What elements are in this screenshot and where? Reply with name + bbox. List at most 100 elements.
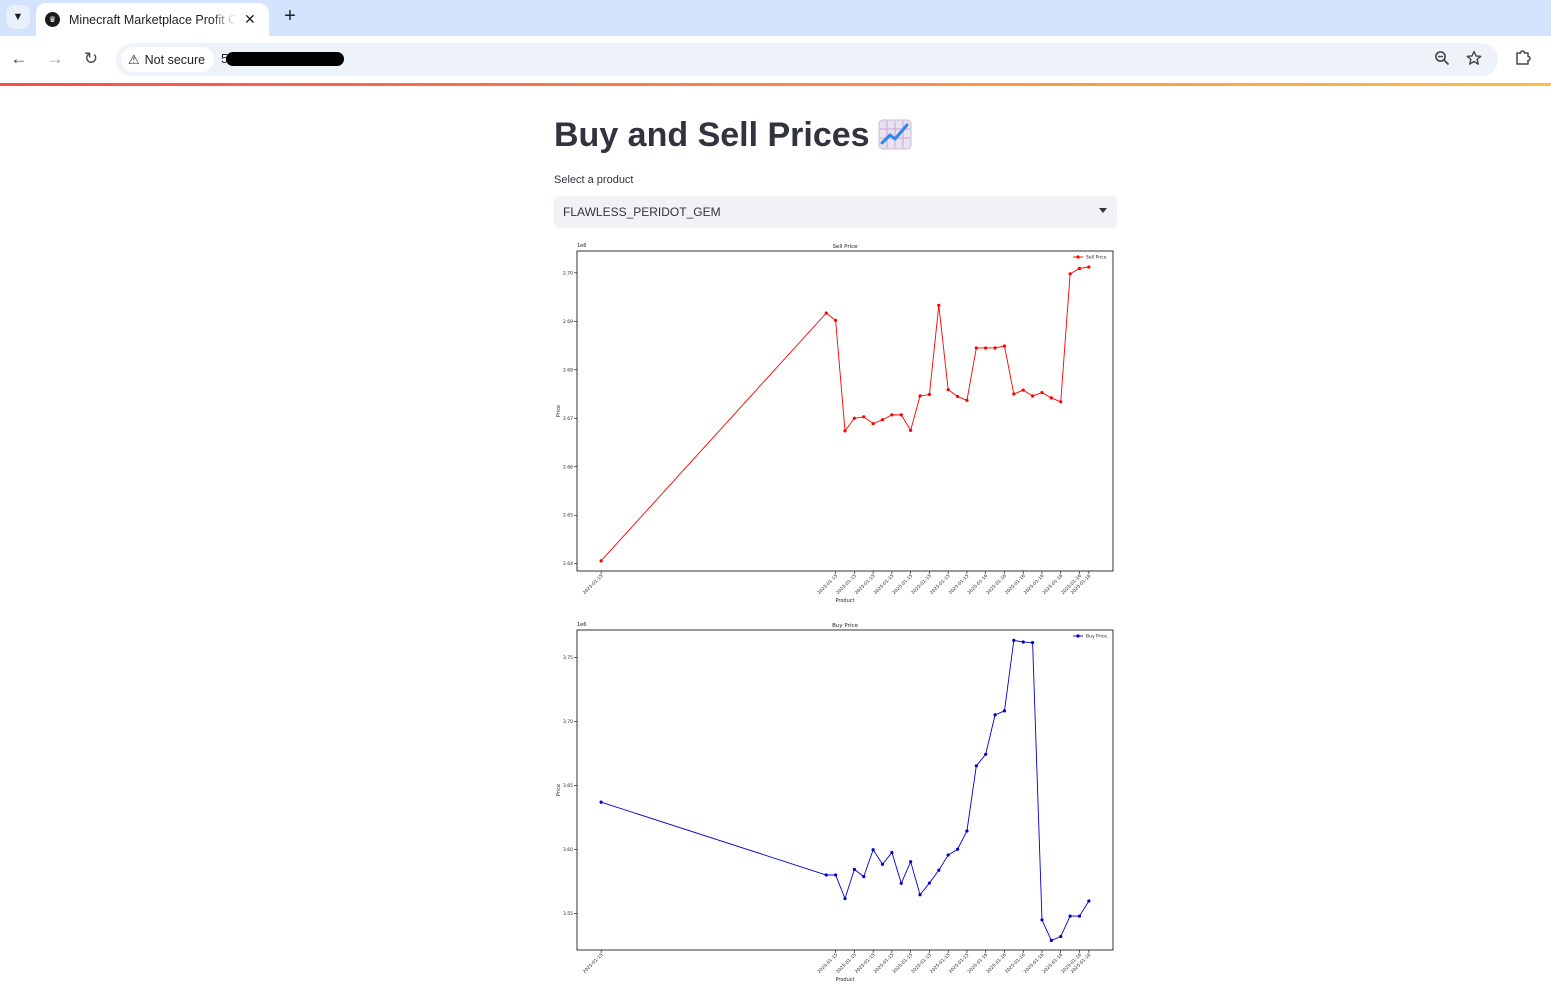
sell-data-point [834, 318, 838, 322]
buy-data-point [871, 848, 875, 852]
sell-data-point [1002, 344, 1007, 348]
buy-data-point [899, 881, 903, 885]
new-tab-button[interactable]: + [279, 6, 301, 28]
buy-price-chart-svg: Buy Price 1e6 Product Price 3.55 3.60 3.65 3.70… [556, 622, 1114, 981]
tab-title: Minecraft Marketplace Profit Ca [69, 12, 236, 27]
buy-y-tick-label: 3.75 [563, 655, 573, 661]
buy-data-point [1040, 918, 1044, 922]
buy-data-point [834, 873, 838, 877]
buy-data-point [852, 867, 856, 871]
tab-search-button[interactable]: ▼ [6, 5, 30, 29]
sell-data-point [927, 392, 932, 397]
buy-data-point [1059, 934, 1063, 939]
sell-data-point [984, 346, 988, 350]
sell-data-point [852, 416, 856, 420]
buy-data-point [993, 713, 997, 717]
sell-data-point [1012, 392, 1016, 396]
sell-x-axis-label: Product [836, 598, 855, 602]
address-bar[interactable]: ⚠ Not secure 5 [116, 43, 1498, 76]
buy-legend-marker [1076, 634, 1080, 638]
buy-data-point [918, 893, 922, 897]
sell-data-point [843, 429, 847, 433]
sell-data-point [974, 346, 978, 350]
browser-tab[interactable]: ♛ Minecraft Marketplace Profit Ca ✕ [36, 3, 269, 36]
select-label: Select a product [554, 174, 634, 186]
reload-button[interactable]: ↻ [79, 47, 103, 71]
buy-data-point [937, 868, 941, 872]
buy-data-point [946, 853, 950, 857]
buy-x-tick-label: 2025-01-15 [582, 952, 605, 975]
sell-y-tick-label: 2.65 [563, 513, 573, 519]
reload-icon: ↻ [83, 49, 99, 68]
buy-data-point [599, 800, 603, 804]
buy-data-point [1077, 914, 1082, 918]
sell-y-tick-label: 2.67 [563, 416, 573, 422]
app-header-decoration [0, 83, 1551, 86]
chevron-down-icon: ▼ [12, 11, 24, 23]
chevron-down-icon[interactable] [1099, 208, 1107, 213]
crown-icon: ♛ [45, 12, 60, 27]
buy-legend-label: Buy Price [1086, 634, 1107, 640]
buy-price-chart: Buy Price 1e6 Product Price 3.55 3.60 3.65 3.70… [554, 621, 1117, 981]
puzzle-icon[interactable] [1514, 48, 1532, 71]
buy-y-axis-label: Price [556, 784, 562, 796]
sell-x-tick-label: 2025-01-15 [582, 573, 605, 596]
buy-x-axis-label: Product [836, 977, 855, 981]
sell-y-tick-label: 2.70 [563, 270, 573, 276]
sell-data-point [1049, 396, 1053, 400]
buy-data-point [974, 764, 978, 768]
close-icon[interactable]: ✕ [244, 11, 256, 28]
sell-data-point [909, 428, 913, 432]
buy-data-point [824, 873, 828, 877]
chart-increasing-icon [878, 119, 912, 150]
site-security-chip[interactable]: ⚠ Not secure [121, 47, 215, 72]
sell-y-axis-label: Price [556, 405, 562, 417]
sell-data-point [993, 346, 997, 350]
sell-data-point [955, 394, 960, 399]
sell-data-point [937, 303, 941, 307]
sell-price-chart-svg: Sell Price 1e6 Product Price 2.64 2.65 2.66 2.6… [556, 243, 1114, 602]
buy-data-point [843, 896, 847, 901]
buy-plot-frame [576, 629, 1114, 951]
buy-chart-title: Buy Price [832, 623, 858, 629]
product-select[interactable]: FLAWLESS_PERIDOT_GEM [554, 196, 1117, 228]
sell-legend-label: Sell Price [1086, 255, 1107, 261]
selected-product: FLAWLESS_PERIDOT_GEM [563, 205, 721, 219]
buy-y-tick-label: 3.55 [563, 911, 573, 917]
plus-icon: + [284, 5, 296, 27]
buy-data-point [1002, 709, 1007, 713]
sell-data-point [1031, 394, 1035, 398]
sell-data-point [946, 388, 950, 392]
sell-plot-frame [576, 250, 1114, 572]
sell-data-point [1068, 272, 1072, 276]
buy-data-point [1049, 938, 1053, 942]
sell-data-point [862, 415, 866, 419]
buy-data-point [1021, 640, 1025, 644]
tab-strip: ▼ ♛ Minecraft Marketplace Profit Ca ✕ + [0, 0, 1551, 36]
buy-y-tick-label: 3.65 [563, 783, 573, 789]
star-icon[interactable] [1466, 50, 1482, 70]
buy-data-point [965, 829, 969, 833]
sell-data-point [824, 311, 828, 315]
buy-offset-label: 1e6 [577, 622, 586, 628]
warning-icon: ⚠ [128, 51, 140, 67]
sell-offset-label: 1e6 [577, 243, 586, 249]
sell-y-tick-label: 2.68 [563, 367, 573, 373]
buy-data-point [909, 860, 913, 864]
buy-y-tick-label: 3.70 [563, 719, 573, 725]
sell-data-point [890, 413, 894, 417]
zoom-out-icon[interactable] [1434, 50, 1450, 70]
sell-data-point [599, 559, 603, 563]
redaction-mark [226, 52, 344, 66]
sell-y-tick-label: 2.66 [563, 464, 573, 470]
buy-data-point [1031, 640, 1035, 645]
sell-data-point [871, 422, 875, 426]
buy-data-point [1012, 638, 1016, 642]
forward-button[interactable]: → [43, 47, 67, 71]
buy-data-point [927, 881, 932, 885]
back-button[interactable]: ← [7, 47, 31, 71]
buy-data-point [862, 875, 866, 879]
sell-data-point [1059, 400, 1063, 404]
security-label: Not secure [144, 52, 206, 67]
sell-data-point [1087, 265, 1091, 269]
